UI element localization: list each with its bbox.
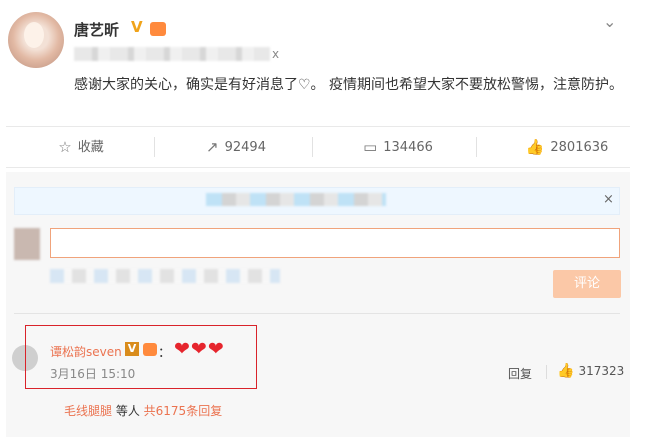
action-separator: [546, 365, 547, 379]
reply-button[interactable]: 回复: [508, 365, 532, 382]
comment-icon: ▭: [363, 138, 378, 156]
comment-like-button[interactable]: 👍 317323: [557, 363, 624, 379]
comment-count: 134466: [383, 140, 433, 155]
like-button[interactable]: 👍 2801636: [521, 127, 613, 167]
divider: [14, 313, 620, 314]
compose-tools-blurred[interactable]: [50, 269, 280, 283]
comment-timestamp: 3月16日 15:10: [50, 367, 136, 381]
thumbs-up-icon: 👍: [525, 138, 545, 156]
post-meta-suffix: x: [272, 47, 280, 61]
post-meta-blurred: [74, 47, 270, 61]
close-icon[interactable]: ×: [603, 192, 614, 207]
verified-icon: V: [125, 342, 139, 356]
star-icon: ☆: [58, 138, 72, 156]
reply-middle-text: 等人: [112, 404, 144, 418]
action-separator: [476, 137, 477, 157]
fan-badge-icon: [143, 343, 157, 356]
notice-text-blurred: [206, 193, 386, 206]
post-action-bar: ☆ 收藏 ↗ 92494 ▭ 134466 👍 2801636: [6, 126, 630, 168]
chevron-down-icon[interactable]: ⌄: [603, 12, 616, 31]
comment-colon: ：: [158, 346, 172, 361]
avatar-highlight: [24, 22, 44, 48]
action-separator: [312, 137, 313, 157]
heart-icons: ❤❤❤: [174, 338, 225, 360]
submit-comment-button[interactable]: 评论: [553, 270, 621, 298]
post-author-name[interactable]: 唐艺昕: [74, 19, 119, 40]
fan-badge-icon: [150, 22, 166, 36]
action-separator: [154, 137, 155, 157]
reply-summary[interactable]: 毛线腿腿 等人 共6175条回复: [64, 402, 222, 419]
repost-count: 92494: [224, 140, 266, 155]
comment-like-count: 317323: [578, 364, 625, 378]
comment-button[interactable]: ▭ 134466: [358, 127, 438, 167]
commenter-name[interactable]: 谭松韵seven: [50, 343, 122, 360]
like-count: 2801636: [550, 140, 609, 155]
post-text: 感谢大家的关心，确实是有好消息了♡。 疫情期间也希望大家不要放松警惕，注意防护。: [74, 77, 623, 93]
verified-icon: V: [131, 18, 143, 36]
comment-input[interactable]: [50, 228, 620, 258]
favorite-label: 收藏: [77, 140, 104, 155]
reply-total[interactable]: 共6175条回复: [144, 404, 223, 418]
favorite-button[interactable]: ☆ 收藏: [26, 127, 136, 167]
reply-first-user[interactable]: 毛线腿腿: [64, 404, 112, 418]
current-user-avatar: [14, 228, 40, 260]
repost-icon: ↗: [206, 138, 219, 156]
thumbs-up-icon: 👍: [557, 363, 575, 379]
repost-button[interactable]: ↗ 92494: [196, 127, 276, 167]
